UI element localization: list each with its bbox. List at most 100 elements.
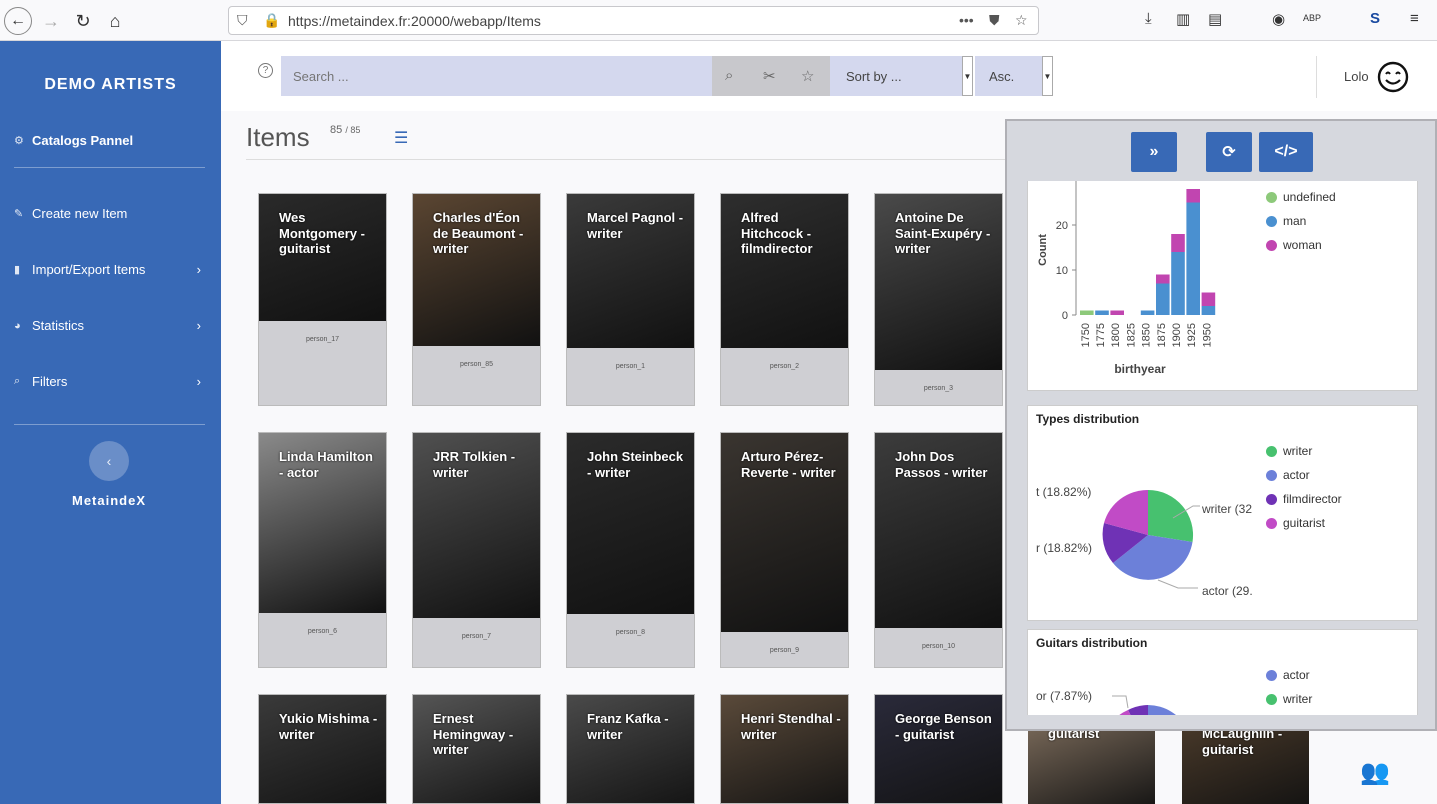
download-icon[interactable]: ⤓ xyxy=(1145,10,1152,27)
bar-segment-woman[interactable] xyxy=(1156,274,1170,284)
item-card[interactable]: Charles d'Éon de Beaumont - writer person… xyxy=(412,193,541,406)
legend-label: actor xyxy=(1283,668,1310,682)
home-icon[interactable]: ⌂ xyxy=(102,8,128,34)
item-name: Ernest Hemingway - writer xyxy=(433,711,514,758)
item-name: Antoine De Saint-Exupéry - writer xyxy=(895,210,991,257)
item-id: person_2 xyxy=(769,363,800,370)
legend-item[interactable]: actor xyxy=(1266,668,1310,682)
search-input[interactable] xyxy=(281,56,712,96)
sidebar-item-catalogs[interactable]: ⚙ Catalogs Pannel xyxy=(14,133,209,148)
legend-item[interactable]: undefined xyxy=(1266,190,1336,204)
refresh-button[interactable]: ⟳ xyxy=(1206,132,1252,172)
slice-label: writer (32 xyxy=(1201,502,1252,516)
item-card[interactable]: Henri Stendhal - writer xyxy=(720,694,849,804)
smiley-avatar-icon[interactable] xyxy=(1377,61,1409,93)
sidebar-toggle-icon[interactable]: ▤ xyxy=(1208,10,1222,28)
double-chevron-right-icon: » xyxy=(1149,143,1159,160)
item-name: John Dos Passos - writer xyxy=(895,449,988,480)
item-card[interactable]: McLaughlin - guitarist xyxy=(1182,720,1311,804)
search-icon[interactable]: ⌕ xyxy=(725,67,733,84)
legend-item[interactable]: writer xyxy=(1266,692,1312,706)
pie-slice[interactable] xyxy=(1128,705,1148,715)
item-card[interactable]: Antoine De Saint-Exupéry - writer person_… xyxy=(874,193,1003,406)
code-view-button[interactable]: </> xyxy=(1259,132,1313,172)
legend-item[interactable]: writer xyxy=(1266,444,1312,458)
header-divider xyxy=(1316,56,1317,98)
legend-item[interactable]: man xyxy=(1266,214,1306,228)
pie-slice-writer[interactable] xyxy=(1148,489,1194,542)
bar-segment-woman[interactable] xyxy=(1110,310,1124,316)
star-icon[interactable]: ☆ xyxy=(801,67,814,85)
users-icon[interactable]: 👥 xyxy=(1360,758,1390,787)
reload-icon[interactable]: ↻ xyxy=(70,8,96,34)
item-name: Franz Kafka - writer xyxy=(587,711,669,742)
item-card[interactable]: Wes Montgomery - guitarist person_17 xyxy=(258,193,387,406)
legend-item[interactable]: filmdirector xyxy=(1266,492,1342,506)
item-name: George Benson - guitarist xyxy=(895,711,992,742)
list-view-icon[interactable]: ☰ xyxy=(394,128,408,148)
order-dropdown-arrow-icon[interactable]: ▼ xyxy=(1042,56,1053,96)
item-card[interactable]: George Benson - guitarist xyxy=(874,694,1003,804)
account-icon[interactable]: ◉ xyxy=(1272,10,1285,28)
more-icon[interactable]: ••• xyxy=(959,12,974,28)
item-card[interactable]: guitarist xyxy=(1028,720,1157,804)
statistics-panel: » ⟳ </> 0 10 20 Count 1750 1775 1800 1825 1850 18… xyxy=(1005,119,1437,731)
collapse-sidebar-button[interactable]: ‹ xyxy=(89,441,129,481)
bar-segment-man[interactable] xyxy=(1095,310,1109,316)
library-icon[interactable]: ▥ xyxy=(1176,10,1190,28)
sort-dropdown-arrow-icon[interactable]: ▼ xyxy=(962,56,973,96)
slice-label: r (18.82%) xyxy=(1036,541,1092,555)
item-card[interactable]: Ernest Hemingway - writer xyxy=(412,694,541,804)
bar-segment-undefined[interactable] xyxy=(1080,310,1094,316)
menu-icon[interactable]: ≡ xyxy=(1410,10,1419,27)
back-icon[interactable]: ← xyxy=(4,7,32,35)
bar-segment-man[interactable] xyxy=(1140,310,1155,316)
adblock-icon[interactable]: ABP xyxy=(1303,13,1321,23)
bar-segment-man[interactable] xyxy=(1201,306,1216,315)
legend-item[interactable]: guitarist xyxy=(1266,516,1325,530)
item-card[interactable]: John Dos Passos - writer person_10 xyxy=(874,432,1003,668)
sidebar-item-create[interactable]: ✎ Create new Item xyxy=(14,206,209,221)
x-tick-label: 1900 xyxy=(1171,323,1183,347)
item-card[interactable]: Marcel Pagnol - writer person_1 xyxy=(566,193,695,406)
item-card[interactable]: Franz Kafka - writer xyxy=(566,694,695,804)
sidebar-item-import-export[interactable]: ▮ Import/Export Items › xyxy=(14,262,209,277)
item-id: person_7 xyxy=(461,633,492,640)
bar-segment-woman[interactable] xyxy=(1186,189,1200,203)
bookmark-star-icon[interactable]: ☆ xyxy=(1015,12,1028,29)
bar-segment-man[interactable] xyxy=(1186,202,1200,316)
sort-by-select[interactable]: Sort by ... xyxy=(830,56,973,96)
item-card[interactable]: Alfred Hitchcock - filmdirector person_2 xyxy=(720,193,849,406)
expand-panel-button[interactable]: » xyxy=(1131,132,1177,172)
lock-icon[interactable]: 🔒 xyxy=(263,12,280,29)
address-bar[interactable]: ⛉ 🔒 https://metaindex.fr:20000/webapp/It… xyxy=(228,6,1039,35)
shield-icon[interactable]: ⛉ xyxy=(237,12,248,29)
charts-scroll-area[interactable]: 0 10 20 Count 1750 1775 1800 1825 1850 1875 1900 19… xyxy=(1027,181,1419,715)
sort-order-select[interactable]: Asc. xyxy=(975,56,1042,96)
url-text[interactable]: https://metaindex.fr:20000/webapp/Items xyxy=(288,13,541,29)
item-card[interactable]: JRR Tolkien - writer person_7 xyxy=(412,432,541,668)
user-name[interactable]: Lolo xyxy=(1344,69,1369,84)
legend-label: guitarist xyxy=(1283,516,1326,530)
bar-segment-woman[interactable] xyxy=(1171,234,1185,252)
bar-segment-woman[interactable] xyxy=(1201,292,1216,307)
sidebar-item-statistics[interactable]: ◕ Statistics › xyxy=(14,318,209,333)
extension-s-icon[interactable]: S xyxy=(1370,10,1380,27)
item-card[interactable]: Linda Hamilton - actor person_6 xyxy=(258,432,387,668)
scissors-icon[interactable]: ✂ xyxy=(763,67,776,85)
help-icon[interactable]: ? xyxy=(258,63,273,78)
legend-item[interactable]: actor xyxy=(1266,468,1310,482)
bar-segment-man[interactable] xyxy=(1156,283,1170,316)
pocket-icon[interactable]: ⛊ xyxy=(989,12,1000,29)
item-card[interactable]: Yukio Mishima - writer xyxy=(258,694,387,804)
pie-slice-actor[interactable] xyxy=(1148,705,1188,715)
forward-icon[interactable]: → xyxy=(38,8,64,34)
chevron-right-icon: › xyxy=(196,262,201,277)
item-name: Charles d'Éon de Beaumont - writer xyxy=(433,210,524,257)
legend-item[interactable]: woman xyxy=(1266,238,1322,252)
birthyear-chart-card: 0 10 20 Count 1750 1775 1800 1825 1850 1875 1900 19… xyxy=(1027,181,1418,391)
item-card[interactable]: Arturo Pérez-Reverte - writer person_9 xyxy=(720,432,849,668)
item-card[interactable]: John Steinbeck - writer person_8 xyxy=(566,432,695,668)
bar-segment-man[interactable] xyxy=(1171,252,1185,315)
sidebar-item-filters[interactable]: ⌕ Filters › xyxy=(14,374,209,389)
